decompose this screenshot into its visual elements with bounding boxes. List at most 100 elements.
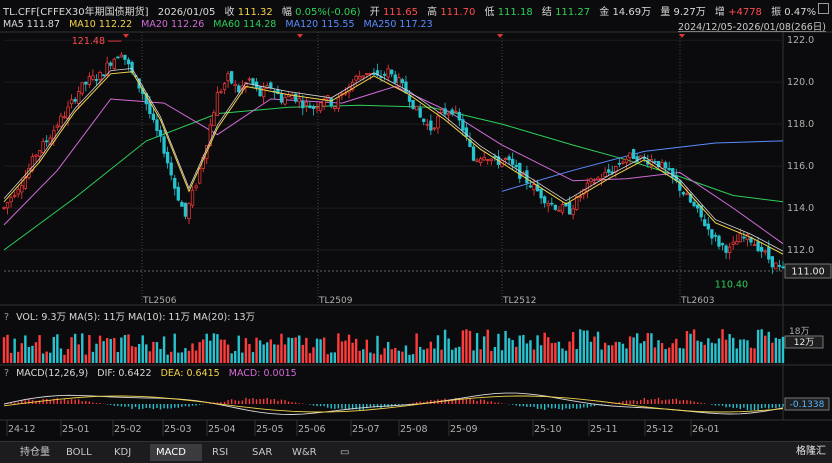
volume-bar xyxy=(721,329,724,363)
candle-body xyxy=(34,154,38,157)
volume-bar xyxy=(678,347,682,363)
candle-body xyxy=(109,62,113,66)
candle-body xyxy=(585,182,590,192)
candle-body xyxy=(130,62,134,73)
candle-body xyxy=(361,75,365,78)
candle-body xyxy=(422,118,426,122)
volume-bar xyxy=(557,341,561,363)
volume-bar xyxy=(397,350,401,363)
tab-oi[interactable]: 持仓量 xyxy=(14,444,56,461)
volume-bar xyxy=(2,337,6,363)
candle-body xyxy=(165,151,170,164)
tab-more[interactable]: ▭ xyxy=(334,444,355,461)
volume-bar xyxy=(20,343,23,363)
volume-bar xyxy=(418,346,422,363)
candle-body xyxy=(543,196,547,204)
volume-bar xyxy=(294,337,297,363)
volume-bar xyxy=(45,351,48,363)
volume-bar xyxy=(159,349,162,363)
volume-bar xyxy=(326,354,329,363)
candle-body xyxy=(219,90,223,93)
volume-bar xyxy=(468,330,472,363)
candle-body xyxy=(663,162,668,169)
volume-bar xyxy=(714,343,717,363)
volume-bar xyxy=(223,339,226,363)
date-axis-label: 25-10 xyxy=(534,424,562,435)
volume-bar xyxy=(134,346,137,363)
candle-body xyxy=(311,106,316,109)
candle-body xyxy=(511,158,515,165)
volume-bar xyxy=(287,337,290,363)
volume-bar xyxy=(518,335,521,363)
volume-bar xyxy=(408,354,411,363)
candle-body xyxy=(180,201,184,207)
volume-bar xyxy=(699,341,703,363)
volume-bar xyxy=(632,337,635,363)
volume-bar xyxy=(660,343,664,363)
volume-bar xyxy=(696,340,699,363)
volume-bar xyxy=(507,338,511,363)
volume-bar xyxy=(774,337,778,363)
macd-value: MACD: 0.0015 xyxy=(228,368,297,379)
candle-body xyxy=(187,203,191,219)
volume-bar xyxy=(173,333,176,363)
candle-body xyxy=(621,161,625,164)
candle-body xyxy=(631,149,636,159)
candle-body xyxy=(692,201,696,207)
volume-bar xyxy=(575,349,578,363)
volume-bar xyxy=(212,333,216,363)
candle-body xyxy=(101,74,106,77)
date-axis-label: 25-08 xyxy=(400,424,428,435)
volume-bar xyxy=(56,334,59,363)
volume-bar xyxy=(123,335,127,363)
candle-body xyxy=(752,244,757,247)
volume-bar xyxy=(130,346,134,363)
volume-bar xyxy=(756,329,760,363)
tab-sar[interactable]: SAR xyxy=(246,444,278,461)
tab-macd[interactable]: MACD xyxy=(150,444,202,461)
date-axis-label: 25-02 xyxy=(114,424,142,435)
volume-bar xyxy=(685,331,689,363)
date-axis-label: 25-05 xyxy=(256,424,284,435)
candle-body xyxy=(62,116,67,119)
tab-rsi[interactable]: RSI xyxy=(206,444,234,461)
tab-wr[interactable]: W&R xyxy=(286,444,323,461)
candle-body xyxy=(84,81,88,85)
volume-bar xyxy=(621,343,625,363)
volume-bar xyxy=(251,352,255,363)
y-tick-label: 112.0 xyxy=(787,245,814,256)
volume-bar xyxy=(500,350,504,363)
volume-bar xyxy=(401,351,404,363)
date-axis-label: 25-09 xyxy=(450,424,478,435)
volume-bar xyxy=(739,339,742,363)
volume-bar xyxy=(248,344,251,363)
candle-body xyxy=(557,209,561,212)
tab-kdj[interactable]: KDJ xyxy=(108,444,137,461)
volume-bar xyxy=(340,341,344,363)
price-chart[interactable]: 122.0 120.0 118.0 116.0 114.0 112.0 111.00 TL25… xyxy=(0,0,832,462)
volume-bar xyxy=(63,354,66,363)
volume-bar xyxy=(298,335,301,363)
ma5-line xyxy=(3,68,784,252)
tab-boll[interactable]: BOLL xyxy=(60,444,98,461)
candle-body xyxy=(237,85,241,93)
volume-bar xyxy=(771,342,774,363)
volume-bar xyxy=(486,329,489,363)
volume-bar xyxy=(34,342,38,363)
candle-body xyxy=(301,100,305,109)
volume-bar xyxy=(596,331,600,363)
candle-body xyxy=(667,167,671,171)
candle-body xyxy=(336,97,341,109)
volume-bar xyxy=(88,334,91,363)
candle-body xyxy=(190,189,195,206)
volume-bar xyxy=(450,349,454,363)
volume-bar xyxy=(611,345,614,363)
volume-bar xyxy=(273,344,276,363)
candle-body xyxy=(760,246,764,252)
volume-bar xyxy=(77,344,80,363)
volume-bar xyxy=(778,338,781,363)
candle-body xyxy=(41,141,45,153)
candle-body xyxy=(763,250,767,253)
volume-bar xyxy=(141,335,144,363)
volume-bar xyxy=(41,353,45,363)
